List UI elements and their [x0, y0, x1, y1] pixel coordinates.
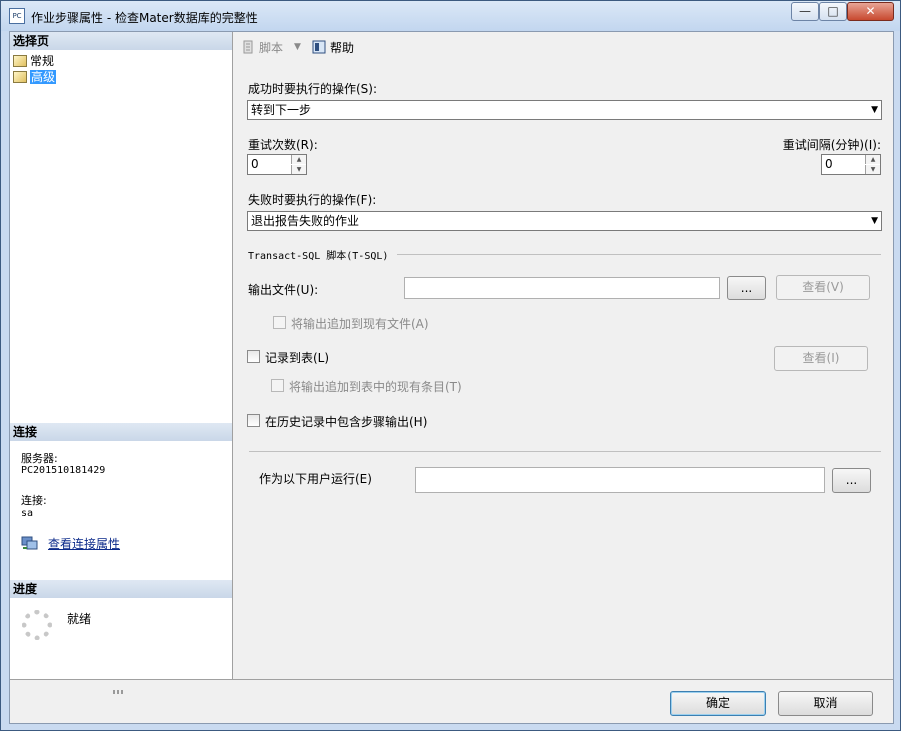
tsql-group-label: Transact-SQL 脚本(T-SQL) [248, 251, 389, 262]
page-item-label: 高级 [30, 70, 57, 84]
minimize-button[interactable]: — [791, 2, 819, 21]
script-dropdown-arrow-icon[interactable]: ▼ [294, 42, 301, 52]
retry-attempts-spinbox[interactable]: 0 ▲ ▼ [247, 154, 307, 175]
spin-down-icon[interactable]: ▼ [865, 165, 880, 174]
view-output-button[interactable]: 查看(V) [776, 275, 870, 300]
maximize-button[interactable]: □ [819, 2, 847, 21]
window-title: 作业步骤属性 - 检查Mater数据库的完整性 [31, 11, 258, 25]
page-icon [13, 71, 27, 83]
include-history-checkbox[interactable] [247, 414, 260, 427]
connection-properties-icon [21, 536, 38, 550]
connection-label: 连接: [21, 494, 47, 507]
close-button[interactable]: ✕ [847, 2, 894, 21]
connection-header: 连接 [10, 423, 232, 441]
output-file-input[interactable] [404, 277, 720, 299]
right-panel: 脚本 ▼ 帮助 成功时要执行的操作(S): 转到下一步 ▼ 重试次数(R): 0… [234, 32, 893, 679]
on-success-value: 转到下一步 [251, 103, 312, 117]
help-button[interactable]: 帮助 [330, 39, 354, 56]
server-value: PC201510181429 [21, 465, 106, 476]
run-as-browse-button[interactable]: ... [832, 468, 871, 493]
append-to-table-checkbox[interactable] [271, 379, 284, 392]
run-as-input[interactable] [415, 467, 825, 493]
append-output-file-checkbox[interactable] [273, 316, 286, 329]
append-output-file-label: 将输出追加到现有文件(A) [291, 317, 429, 331]
on-success-label: 成功时要执行的操作(S): [248, 82, 378, 96]
group-divider [397, 254, 881, 255]
retry-attempts-label: 重试次数(R): [248, 138, 318, 152]
log-to-table-checkbox[interactable] [247, 350, 260, 363]
chevron-down-icon: ▼ [871, 216, 878, 226]
left-panel: 选择页 常规 高级 连接 服务器: PC201510181429 连接: sa … [10, 32, 233, 679]
server-label: 服务器: [21, 452, 58, 465]
chevron-down-icon: ▼ [871, 105, 878, 115]
spin-up-icon[interactable]: ▲ [865, 155, 880, 164]
select-page-header: 选择页 [10, 32, 232, 50]
on-failure-label: 失败时要执行的操作(F): [248, 193, 377, 207]
page-item-general[interactable]: 常规 [13, 53, 54, 69]
run-as-label: 作为以下用户运行(E) [259, 472, 372, 486]
script-button[interactable]: 脚本 [259, 39, 283, 56]
progress-spinner-icon [22, 610, 52, 640]
view-table-button[interactable]: 查看(I) [774, 346, 868, 371]
retry-interval-spinbox[interactable]: 0 ▲ ▼ [821, 154, 881, 175]
script-icon [243, 40, 253, 54]
include-history-label: 在历史记录中包含步骤输出(H) [265, 415, 428, 429]
dialog-client-area: 选择页 常规 高级 连接 服务器: PC201510181429 连接: sa … [9, 31, 894, 724]
output-file-browse-button[interactable]: ... [727, 276, 766, 300]
page-icon [13, 55, 27, 67]
cancel-button[interactable]: 取消 [778, 691, 873, 716]
app-icon: PC [9, 8, 25, 24]
retry-interval-value: 0 [825, 157, 833, 171]
on-success-select[interactable]: 转到下一步 ▼ [247, 100, 882, 120]
title-bar[interactable]: PC 作业步骤属性 - 检查Mater数据库的完整性 — □ ✕ [1, 1, 900, 31]
append-to-table-label: 将输出追加到表中的现有条目(T) [289, 380, 462, 394]
page-item-advanced[interactable]: 高级 [13, 69, 57, 85]
help-icon [312, 40, 326, 54]
page-item-label: 常规 [30, 54, 55, 68]
progress-header: 进度 [10, 580, 232, 598]
dialog-window: PC 作业步骤属性 - 检查Mater数据库的完整性 — □ ✕ 选择页 常规 … [0, 0, 901, 731]
section-divider [249, 451, 881, 452]
output-file-label: 输出文件(U): [248, 283, 319, 297]
view-connection-properties-link[interactable]: 查看连接属性 [48, 535, 120, 552]
on-failure-select[interactable]: 退出报告失败的作业 ▼ [247, 211, 882, 231]
splitter-grip-icon[interactable] [113, 690, 125, 694]
retry-interval-label: 重试间隔(分钟)(I): [782, 138, 881, 152]
button-bar: 确定 取消 [10, 679, 893, 723]
toolbar: 脚本 ▼ 帮助 [234, 32, 893, 62]
spin-up-icon[interactable]: ▲ [291, 155, 306, 164]
ok-button[interactable]: 确定 [670, 691, 766, 716]
retry-attempts-value: 0 [251, 157, 259, 171]
connection-value: sa [21, 508, 34, 519]
on-failure-value: 退出报告失败的作业 [251, 214, 360, 228]
spin-down-icon[interactable]: ▼ [291, 165, 306, 174]
progress-status: 就绪 [67, 612, 92, 626]
log-to-table-label: 记录到表(L) [265, 351, 330, 365]
